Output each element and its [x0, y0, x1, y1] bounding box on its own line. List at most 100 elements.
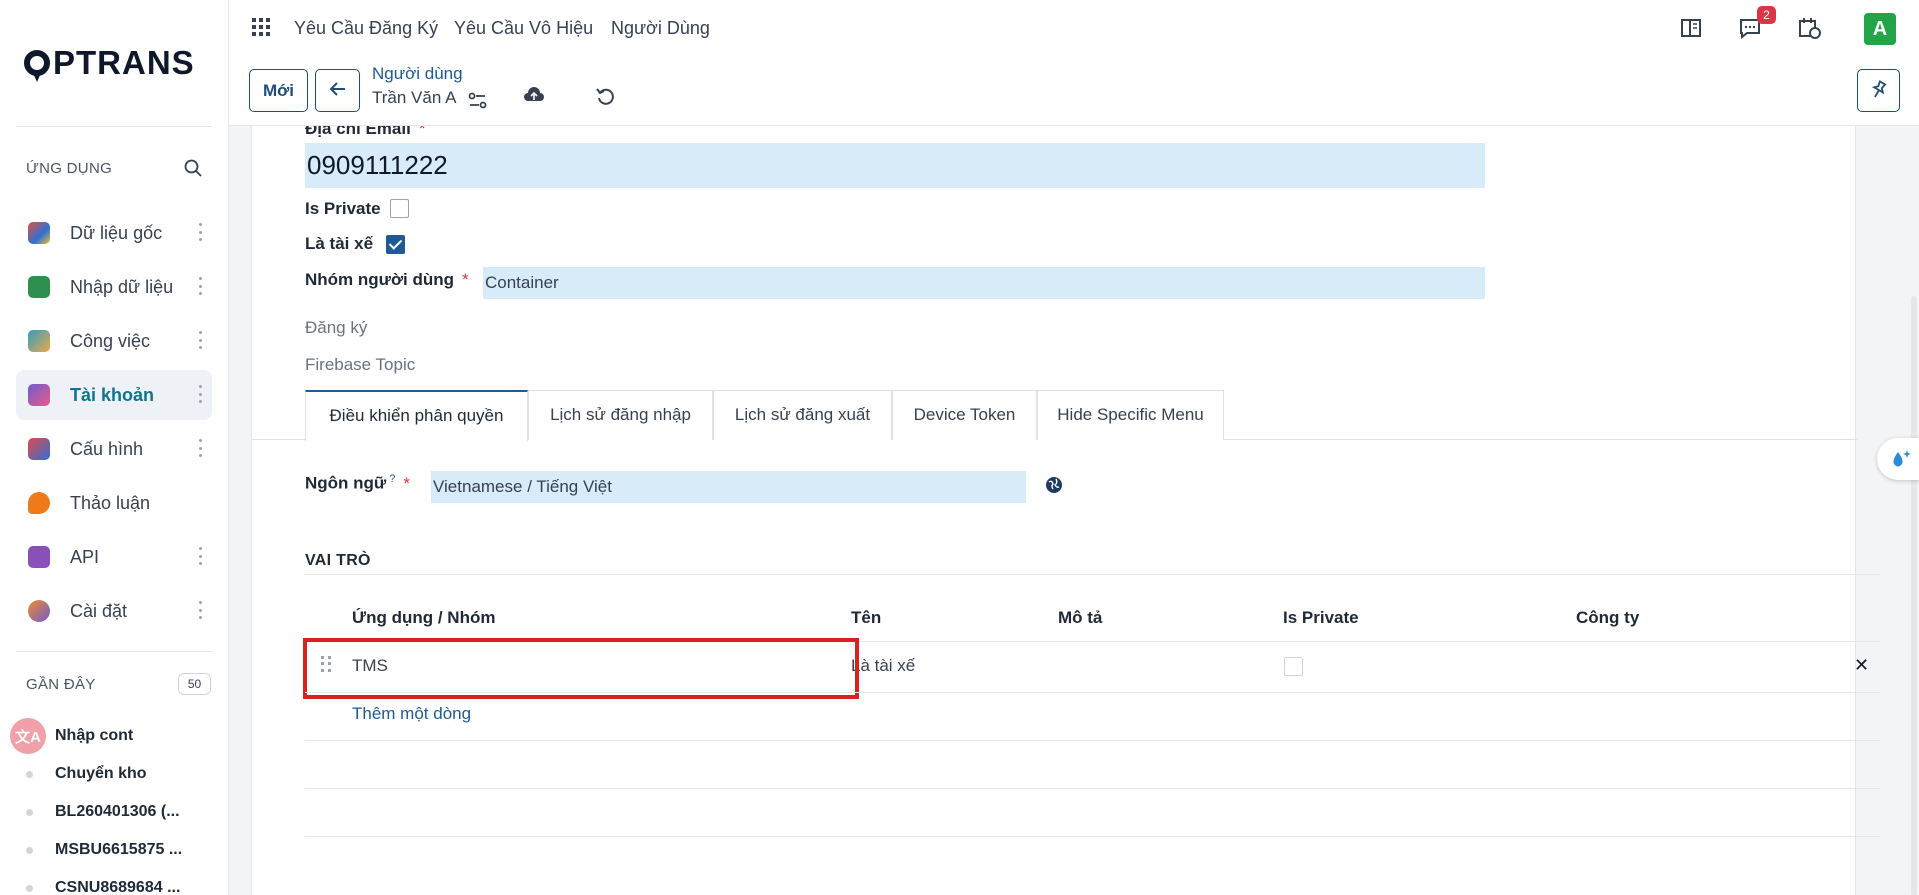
translate-icon[interactable]: 文A: [10, 718, 46, 754]
col-header-name[interactable]: Tên: [851, 608, 881, 628]
actions-gear-icon[interactable]: [467, 90, 489, 112]
sidebar: PTRANS ỨNG DỤNG Dữ liệu gốc Nhập dữ liệu…: [0, 0, 229, 895]
checkmark-icon: [28, 330, 50, 352]
cloud-upload-icon[interactable]: [523, 84, 545, 106]
recent-item-label: BL260401306 (...: [55, 803, 180, 820]
pin-icon: [1871, 80, 1886, 98]
sidebar-item-label: Dữ liệu gốc: [70, 222, 163, 243]
sidebar-item-import-data[interactable]: Nhập dữ liệu: [16, 262, 212, 312]
form-view: Địa chỉ Email * 0909111222 Is Private Là …: [229, 126, 1919, 895]
chat-bubble-icon: [28, 492, 50, 514]
col-header-app-group[interactable]: Ứng dụng / Nhóm: [352, 608, 495, 628]
sparkle-drop-icon: [1893, 450, 1911, 467]
email-field[interactable]: 0909111222: [305, 143, 1485, 188]
users-icon: [28, 384, 50, 406]
recent-item-label: CSNU8689684 ...: [55, 879, 181, 895]
app-root: PTRANS ỨNG DỤNG Dữ liệu gốc Nhập dữ liệu…: [0, 0, 1919, 895]
sidebar-item-discussion[interactable]: Thảo luận: [16, 478, 212, 528]
col-header-company[interactable]: Công ty: [1576, 608, 1639, 628]
sidebar-item-accounts[interactable]: Tài khoản: [16, 370, 212, 420]
user-avatar[interactable]: A: [1864, 13, 1896, 45]
tools-icon: [28, 438, 50, 460]
is-private-label: Is Private: [305, 199, 381, 218]
sidebar-item-label: Thảo luận: [70, 492, 151, 513]
tab-access-control[interactable]: Điều khiển phân quyền: [305, 390, 528, 441]
sidebar-item-configuration[interactable]: Cấu hình: [16, 424, 212, 474]
breadcrumb-users[interactable]: Người dùng: [372, 64, 463, 84]
split-view-icon[interactable]: [1679, 16, 1703, 40]
more-vertical-icon[interactable]: [198, 439, 202, 457]
assistant-fab[interactable]: [1877, 438, 1919, 480]
import-data-icon: [28, 276, 50, 298]
table-row-divider: [305, 836, 1880, 837]
form-sheet: Địa chỉ Email * 0909111222 Is Private Là …: [251, 126, 1880, 895]
sidebar-item-api[interactable]: API: [16, 532, 212, 582]
discard-undo-icon[interactable]: [595, 85, 617, 107]
apps-grid-icon[interactable]: [252, 18, 270, 36]
user-group-field[interactable]: Container: [483, 267, 1485, 299]
remove-row-icon[interactable]: ✕: [1854, 655, 1869, 676]
table-row-divider: [305, 740, 1880, 741]
tab-device-token[interactable]: Device Token: [892, 390, 1037, 440]
sidebar-item-label: Cài đặt: [70, 600, 128, 621]
menu-deactivation-requests[interactable]: Yêu Cầu Vô Hiệu: [454, 18, 593, 39]
scrollbar-thumb[interactable]: [1911, 296, 1917, 895]
sidebar-item-master-data[interactable]: Dữ liệu gốc: [16, 208, 212, 258]
tab-login-history[interactable]: Lịch sử đăng nhập: [528, 390, 713, 440]
sidebar-item-label: Cấu hình: [70, 438, 144, 459]
language-select[interactable]: Vietnamese / Tiếng Việt: [431, 471, 1026, 503]
cell-is-private-checkbox[interactable]: [1284, 657, 1303, 676]
control-panel: Mới Người dùng Trần Văn A: [229, 58, 1919, 126]
top-navbar: Yêu Cầu Đăng Ký Yêu Cầu Vô Hiệu Người Dù…: [229, 0, 1919, 58]
help-tooltip-icon[interactable]: ?: [389, 473, 395, 485]
settings-icon: [28, 600, 50, 622]
back-button[interactable]: [315, 69, 360, 112]
recent-item[interactable]: CSNU8689684 ...: [26, 876, 180, 895]
is-driver-checkbox[interactable]: [386, 235, 405, 254]
arrow-left-icon: [329, 82, 345, 96]
more-vertical-icon[interactable]: [198, 223, 202, 241]
col-header-is-private[interactable]: Is Private: [1283, 608, 1359, 628]
search-icon[interactable]: [184, 159, 202, 177]
recent-item[interactable]: MSBU6615875 ...: [26, 838, 182, 862]
is-private-checkbox[interactable]: [390, 199, 409, 218]
add-line-link[interactable]: Thêm một dòng: [352, 704, 471, 724]
scrollbar[interactable]: [1909, 126, 1919, 895]
table-row-divider: [305, 692, 1880, 693]
location-pin-icon: [24, 50, 50, 82]
master-data-icon: [28, 222, 50, 244]
recent-count-badge: 50: [178, 673, 211, 695]
tab-hide-specific-menu[interactable]: Hide Specific Menu: [1037, 390, 1224, 440]
messages-count-badge: 2: [1757, 6, 1776, 24]
menu-registration-requests[interactable]: Yêu Cầu Đăng Ký: [294, 18, 438, 39]
table-row-divider: [305, 788, 1880, 789]
menu-users[interactable]: Người Dùng: [611, 18, 710, 39]
more-vertical-icon[interactable]: [198, 277, 202, 295]
tab-logout-history[interactable]: Lịch sử đăng xuất: [713, 390, 892, 440]
record-name: Trần Văn A: [372, 88, 457, 107]
apps-section-title: ỨNG DỤNG: [26, 160, 113, 177]
sidebar-item-label: API: [70, 546, 100, 567]
activity-calendar-icon[interactable]: [1797, 16, 1821, 40]
brand-logo[interactable]: PTRANS: [24, 44, 195, 82]
recent-item-label: Nhập cont: [55, 727, 134, 744]
api-icon: [28, 546, 50, 568]
recent-item[interactable]: BL260401306 (...: [26, 800, 180, 824]
cell-name[interactable]: Là tài xế: [851, 656, 915, 676]
user-group-label: Nhóm người dùng *: [305, 270, 469, 289]
globe-icon[interactable]: [1045, 476, 1063, 494]
pin-button[interactable]: [1857, 69, 1900, 112]
sidebar-item-settings[interactable]: Cài đặt: [16, 586, 212, 636]
more-vertical-icon[interactable]: [198, 331, 202, 349]
more-vertical-icon[interactable]: [198, 385, 202, 403]
recent-item[interactable]: Chuyển kho: [26, 762, 147, 786]
brand-logo-text: PTRANS: [53, 44, 195, 81]
bullet-dot-icon: [26, 884, 33, 892]
col-header-description[interactable]: Mô tả: [1058, 608, 1102, 628]
new-record-button[interactable]: Mới: [249, 69, 308, 112]
more-vertical-icon[interactable]: [198, 601, 202, 619]
register-label: Đăng ký: [305, 318, 368, 337]
more-vertical-icon[interactable]: [198, 547, 202, 565]
sidebar-item-tasks[interactable]: Công việc: [16, 316, 212, 366]
highlight-annotation-box: [303, 638, 859, 699]
